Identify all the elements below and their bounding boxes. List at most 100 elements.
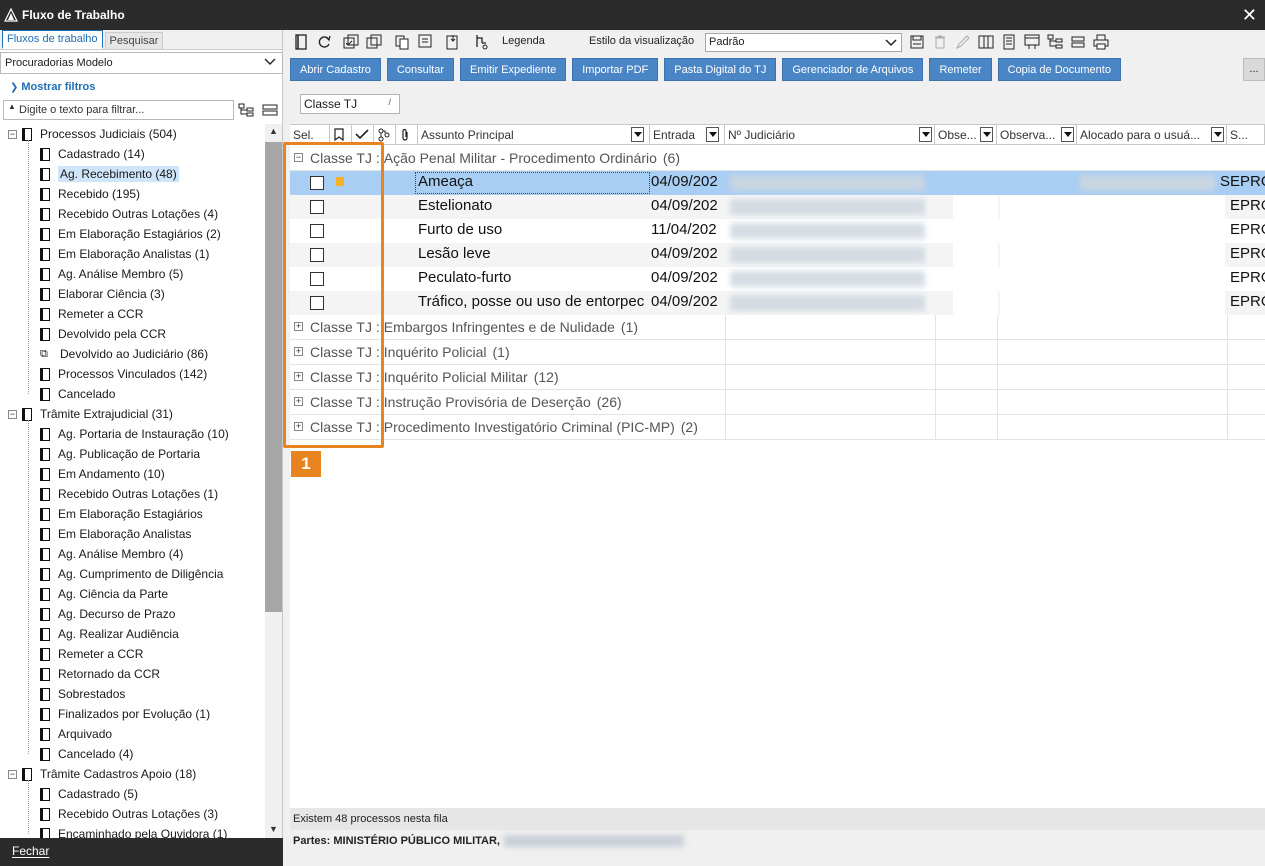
edit-icon[interactable] bbox=[955, 34, 971, 50]
tree-item[interactable]: ⧉ Devolvido ao Judiciário (86) bbox=[40, 344, 208, 364]
tree-item[interactable]: Finalizados por Evolução (1) bbox=[40, 704, 210, 724]
scroll-up-icon[interactable]: ▲ bbox=[269, 126, 278, 136]
col-obs2-filter-icon[interactable] bbox=[1061, 127, 1074, 142]
emitir-expediente-button[interactable]: Emitir Expediente bbox=[460, 58, 567, 81]
table-row[interactable]: Ameaça04/09/202EPROS bbox=[290, 171, 1265, 195]
tree-item[interactable]: Ag. Recebimento (48) bbox=[40, 164, 179, 184]
tree-item[interactable]: Encaminhado pela Ouvidora (1) bbox=[40, 824, 227, 838]
col-alocado-filter-icon[interactable] bbox=[1211, 127, 1224, 142]
tree-group[interactable]: − Trâmite Cadastros Apoio (18) bbox=[8, 764, 196, 784]
copy-check-icon[interactable] bbox=[343, 34, 359, 50]
tree-item[interactable]: Arquivado bbox=[40, 724, 112, 744]
tree-item[interactable]: Recebido Outras Lotações (4) bbox=[40, 204, 218, 224]
col-assunto-filter-icon[interactable] bbox=[631, 127, 644, 142]
tree-item[interactable]: Cancelado (4) bbox=[40, 744, 133, 764]
collapse-icon[interactable]: − bbox=[8, 769, 17, 779]
show-filters-link[interactable]: ❯ Mostrar filtros bbox=[10, 81, 95, 93]
scroll-down-icon[interactable]: ▼ bbox=[269, 824, 278, 834]
close-button[interactable]: Fechar bbox=[0, 838, 283, 866]
close-window-icon[interactable]: ✕ bbox=[1242, 5, 1257, 25]
report-icon[interactable] bbox=[1001, 34, 1017, 50]
legend-icon[interactable] bbox=[473, 34, 489, 50]
col-obs1-filter-icon[interactable] bbox=[980, 127, 993, 142]
tree-item[interactable]: Ag. Cumprimento de Diligência bbox=[40, 564, 223, 584]
tree-item[interactable]: Ag. Publicação de Portaria bbox=[40, 444, 200, 464]
col-alocado[interactable]: Alocado para o usuá... bbox=[1077, 125, 1227, 145]
group-row[interactable]: + Classe TJ : Procedimento Investigatório … bbox=[290, 415, 1265, 440]
group-row[interactable]: − Classe TJ : Ação Penal Militar - Procedi… bbox=[290, 146, 1265, 171]
tree-item[interactable]: Cadastrado (14) bbox=[40, 144, 145, 164]
col-numero-filter-icon[interactable] bbox=[919, 127, 932, 142]
col-s[interactable]: S... bbox=[1227, 125, 1265, 145]
tree-expand-icon[interactable] bbox=[238, 103, 254, 117]
window-layout-icon[interactable] bbox=[1024, 34, 1040, 50]
tree-item[interactable]: Processos Vinculados (142) bbox=[40, 364, 207, 384]
col-attachment[interactable] bbox=[396, 125, 418, 145]
tree-item[interactable]: Em Elaboração Analistas (1) bbox=[40, 244, 209, 264]
tree-item[interactable]: Elaborar Ciência (3) bbox=[40, 284, 165, 304]
scrollbar-thumb[interactable] bbox=[265, 142, 282, 612]
tree-item[interactable]: Ag. Ciência da Parte bbox=[40, 584, 168, 604]
tree-item[interactable]: Em Elaboração Estagiários bbox=[40, 504, 203, 524]
collapse-icon[interactable]: − bbox=[8, 409, 17, 419]
tree-group[interactable]: − Trâmite Extrajudicial (31) bbox=[8, 404, 173, 424]
new-document-icon[interactable] bbox=[293, 34, 309, 50]
tree-item[interactable]: Recebido Outras Lotações (3) bbox=[40, 804, 218, 824]
tree-item[interactable]: Em Elaboração Estagiários (2) bbox=[40, 224, 221, 244]
tree-item[interactable]: Devolvido pela CCR bbox=[40, 324, 166, 344]
tree-item[interactable]: Remeter a CCR bbox=[40, 644, 143, 664]
document-arrow-icon[interactable] bbox=[417, 34, 433, 50]
tree-item[interactable]: Sobrestados bbox=[40, 684, 125, 704]
tree-item[interactable]: Em Andamento (10) bbox=[40, 464, 165, 484]
group-row[interactable]: + Classe TJ : Inquérito Policial (1) bbox=[290, 340, 1265, 365]
abrir-cadastro-button[interactable]: Abrir Cadastro bbox=[290, 58, 381, 81]
copia-documento-button[interactable]: Copia de Documento bbox=[997, 58, 1121, 81]
tab-fluxos[interactable]: Fluxos de trabalho bbox=[2, 30, 103, 49]
consultar-button[interactable]: Consultar bbox=[386, 58, 454, 81]
group-row[interactable]: + Classe TJ : Embargos Infringentes e de N… bbox=[290, 315, 1265, 340]
tree-item[interactable]: Recebido Outras Lotações (1) bbox=[40, 484, 218, 504]
collapse-all-icon[interactable] bbox=[1070, 34, 1086, 50]
tree-item[interactable]: Ag. Análise Membro (5) bbox=[40, 264, 183, 284]
tree-scrollbar[interactable]: ▲ ▼ bbox=[265, 124, 282, 838]
pasta-digital-button[interactable]: Pasta Digital do TJ bbox=[664, 58, 777, 81]
importar-pdf-button[interactable]: Importar PDF bbox=[572, 58, 659, 81]
collapse-icon[interactable]: − bbox=[8, 129, 17, 139]
col-assunto[interactable]: Assunto Principal bbox=[418, 125, 650, 145]
refresh-icon[interactable] bbox=[316, 34, 332, 50]
col-numero[interactable]: Nº Judiciário bbox=[725, 125, 935, 145]
tree-item[interactable]: Cadastrado (5) bbox=[40, 784, 138, 804]
print-multiple-icon[interactable] bbox=[394, 34, 410, 50]
group-row[interactable]: + Classe TJ : Inquérito Policial Militar (1… bbox=[290, 365, 1265, 390]
tree-item[interactable]: Cancelado bbox=[40, 384, 115, 404]
tree-collapse-icon[interactable] bbox=[262, 103, 278, 117]
tab-pesquisar[interactable]: Pesquisar bbox=[104, 32, 164, 49]
tree-group[interactable]: − Processos Judiciais (504) bbox=[8, 124, 177, 144]
tree-item[interactable]: Recebido (195) bbox=[40, 184, 140, 204]
delete-icon[interactable] bbox=[932, 34, 948, 50]
group-chip-classe-tj[interactable]: Classe TJ / bbox=[300, 94, 400, 114]
remeter-button[interactable]: Remeter bbox=[929, 58, 992, 81]
copy-icon[interactable] bbox=[366, 34, 382, 50]
view-style-select[interactable]: Padrão bbox=[705, 33, 902, 52]
tree-item[interactable]: Ag. Decurso de Prazo bbox=[40, 604, 175, 624]
model-select[interactable]: Procuradorias Modelo bbox=[0, 52, 283, 74]
more-button[interactable]: ... bbox=[1243, 58, 1265, 81]
legend-label[interactable]: Legenda bbox=[502, 35, 545, 47]
group-row[interactable]: + Classe TJ : Instrução Provisória de Dese… bbox=[290, 390, 1265, 415]
filter-input[interactable]: ▲ Digite o texto para filtrar... bbox=[3, 100, 234, 120]
tree-item[interactable]: Retornado da CCR bbox=[40, 664, 160, 684]
tree-item[interactable]: Ag. Portaria de Instauração (10) bbox=[40, 424, 229, 444]
gerenciador-arquivos-button[interactable]: Gerenciador de Arquivos bbox=[782, 58, 924, 81]
hierarchy-icon[interactable] bbox=[1047, 34, 1063, 50]
tree-item[interactable]: Ag. Análise Membro (4) bbox=[40, 544, 183, 564]
printer-icon[interactable] bbox=[1093, 34, 1109, 50]
tree-item[interactable]: Em Elaboração Analistas bbox=[40, 524, 191, 544]
col-entrada-filter-icon[interactable] bbox=[706, 127, 719, 142]
columns-icon[interactable] bbox=[978, 34, 994, 50]
column-separator bbox=[1227, 340, 1228, 365]
export-icon[interactable] bbox=[445, 34, 461, 50]
tree-item[interactable]: Ag. Realizar Audiência bbox=[40, 624, 179, 644]
tree-item[interactable]: Remeter a CCR bbox=[40, 304, 143, 324]
save-layout-icon[interactable] bbox=[909, 34, 925, 50]
